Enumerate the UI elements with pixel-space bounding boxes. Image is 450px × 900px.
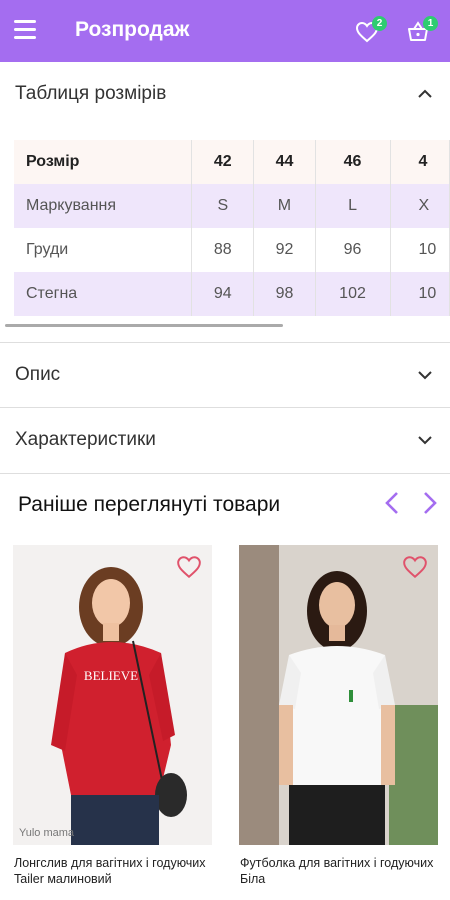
divider: [0, 473, 450, 474]
table-cell: 4: [390, 140, 450, 184]
chevron-up-icon: [418, 89, 432, 98]
table-cell: 44: [253, 140, 316, 184]
svg-text:BELIEVE: BELIEVE: [84, 668, 138, 683]
favorites-count-badge: 2: [372, 16, 387, 31]
description-section-header[interactable]: Опис: [0, 343, 450, 407]
size-table[interactable]: Розмір 42 44 46 4 Маркування S M L X Гру…: [14, 140, 450, 316]
recently-viewed-title: Раніше переглянуті товари: [18, 493, 281, 516]
table-cell: 10: [390, 272, 450, 316]
chevron-left-icon[interactable]: [380, 490, 404, 516]
table-cell: 98: [253, 272, 316, 316]
table-row: Груди 88 92 96 10: [14, 228, 450, 272]
table-cell: S: [191, 184, 255, 228]
characteristics-section-header[interactable]: Характеристики: [0, 408, 450, 472]
heart-outline-icon[interactable]: [176, 555, 202, 579]
cart-count-badge: 1: [423, 16, 438, 31]
size-table-title: Таблиця розмірів: [15, 83, 167, 104]
chevron-down-icon: [418, 371, 432, 380]
table-row: Маркування S M L X: [14, 184, 450, 228]
table-cell: 102: [315, 272, 391, 316]
table-cell: 88: [191, 228, 255, 272]
product-image: [239, 545, 438, 845]
table-cell: Розмір: [14, 140, 193, 184]
size-table-header[interactable]: Таблиця розмірів: [0, 62, 450, 126]
chevron-right-icon[interactable]: [418, 490, 442, 516]
characteristics-title: Характеристики: [15, 429, 156, 450]
heart-outline-icon[interactable]: [402, 555, 428, 579]
page-title: Розпродаж: [75, 18, 190, 41]
product-name[interactable]: Лонгслив для вагітних і годуючих Tailer …: [14, 855, 214, 887]
table-cell: 42: [191, 140, 255, 184]
watermark-text: Yulo mama: [19, 827, 75, 839]
chevron-down-icon: [418, 436, 432, 445]
table-cell: L: [315, 184, 391, 228]
table-scrollbar[interactable]: [5, 324, 283, 327]
app-bar: Розпродаж 2 1: [0, 0, 450, 62]
product-name[interactable]: Футболка для вагітних і годуючих Біла: [240, 855, 440, 887]
table-cell: X: [390, 184, 450, 228]
size-table-header-row: Розмір 42 44 46 4: [14, 140, 450, 184]
favorites-button[interactable]: 2: [355, 16, 387, 46]
description-title: Опис: [15, 364, 61, 385]
table-cell: 92: [253, 228, 316, 272]
product-image: BELIEVE: [13, 545, 212, 845]
table-cell: Маркування: [14, 184, 193, 228]
table-row: Стегна 94 98 102 10: [14, 272, 450, 316]
table-cell: Груди: [14, 228, 193, 272]
product-card[interactable]: [239, 545, 438, 845]
table-cell: 10: [390, 228, 450, 272]
table-cell: 94: [191, 272, 255, 316]
table-cell: 46: [315, 140, 391, 184]
table-cell: 96: [315, 228, 391, 272]
product-card[interactable]: BELIEVE Yulo mama: [13, 545, 212, 845]
table-cell: Стегна: [14, 272, 193, 316]
menu-icon[interactable]: [14, 20, 40, 42]
cart-button[interactable]: 1: [406, 16, 438, 46]
table-cell: M: [253, 184, 316, 228]
